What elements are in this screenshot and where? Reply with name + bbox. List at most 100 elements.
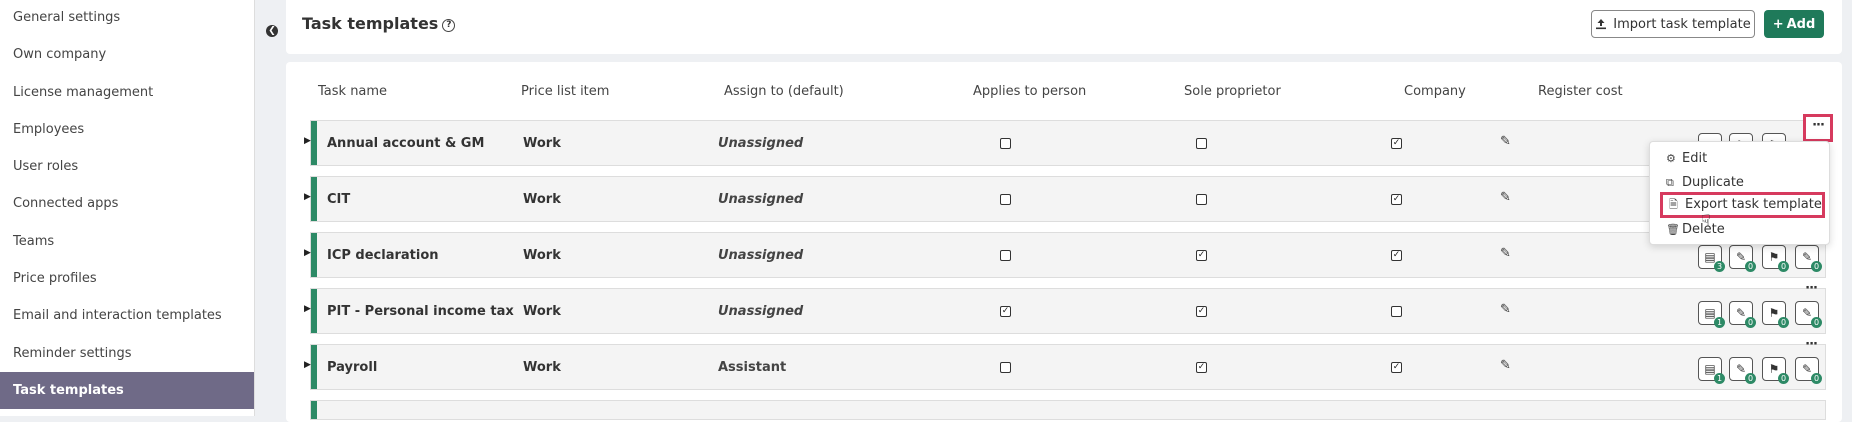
table-row[interactable]: ▶ Annual account & GM Work Unassigned ✓ … [304, 120, 1826, 166]
company-checkbox[interactable] [1391, 306, 1402, 317]
expand-caret-icon[interactable]: ▶ [304, 192, 311, 202]
pencil-icon[interactable]: ✎ [1500, 190, 1511, 205]
task-name: Payroll [327, 360, 378, 375]
applies-to-person-checkbox[interactable] [1000, 138, 1011, 149]
menu-item-export-label: Export task template [1685, 197, 1822, 212]
company-checkbox[interactable]: ✓ [1391, 250, 1402, 261]
sidebar-item-own-company[interactable]: Own company [0, 36, 254, 73]
sidebar-item-task-templates[interactable]: Task templates [0, 371, 254, 410]
expand-caret-icon[interactable]: ▶ [304, 360, 311, 370]
expand-caret-icon[interactable]: ▶ [304, 304, 311, 314]
col-assign-to[interactable]: Assign to (default) [724, 84, 844, 99]
task-name: ICP declaration [327, 248, 439, 263]
collapse-sidebar-icon[interactable]: ❮ [266, 25, 278, 37]
assign-to: Unassigned [718, 248, 804, 263]
applies-to-person-checkbox[interactable] [1000, 250, 1011, 261]
expand-caret-icon[interactable]: ▶ [304, 136, 311, 146]
badge: 0 [1778, 373, 1789, 384]
sole-proprietor-checkbox[interactable]: ✓ [1196, 250, 1207, 261]
col-applies-to-person[interactable]: Applies to person [973, 84, 1086, 99]
menu-item-edit-label: Edit [1682, 151, 1708, 166]
col-task-name[interactable]: Task name [318, 84, 387, 99]
table-row[interactable]: ▶ CIT Work Unassigned ✓ ✎ [304, 176, 1826, 222]
sidebar-item-license-management[interactable]: License management [0, 74, 254, 111]
calendar-action-icon[interactable]: ▤ 3 [1698, 245, 1725, 272]
menu-item-delete[interactable]: 🗑 Delete [1666, 222, 1725, 237]
price-list-item: Work [523, 136, 561, 151]
assign-to: Unassigned [718, 192, 804, 207]
col-register-cost[interactable]: Register cost [1538, 84, 1623, 99]
badge: 0 [1778, 317, 1789, 328]
pencil-icon[interactable]: ✎ [1500, 134, 1511, 149]
col-company[interactable]: Company [1404, 84, 1466, 99]
pencil-icon[interactable]: ✎ [1500, 302, 1511, 317]
price-list-item: Work [523, 304, 561, 319]
row-accent [311, 177, 317, 221]
sole-proprietor-checkbox[interactable] [1196, 194, 1207, 205]
applies-to-person-checkbox[interactable]: ✓ [1000, 306, 1011, 317]
sidebar-item-connected-apps[interactable]: Connected apps [0, 185, 254, 222]
calendar-action-icon[interactable]: ▤ 1 [1698, 357, 1725, 384]
badge: 3 [1714, 261, 1725, 272]
page-title: Task templates? [302, 14, 456, 33]
table-row[interactable]: ▶ Payroll Work Assistant ✓ ✓ ✎ ··· ▤ 1 ✎ 0… [304, 337, 1826, 390]
more-options-button-active[interactable]: ··· [1803, 114, 1833, 142]
plus-icon: + [1772, 16, 1784, 32]
sidebar-item-teams[interactable]: Teams [0, 223, 254, 260]
sidebar-item-reminder-settings[interactable]: Reminder settings [0, 335, 254, 372]
row-accent [311, 401, 317, 419]
badge: 1 [1714, 317, 1725, 328]
sole-proprietor-checkbox[interactable] [1196, 138, 1207, 149]
task-name: CIT [327, 192, 351, 207]
task-name: Annual account & GM [327, 136, 485, 151]
edit-action-icon[interactable]: ✎ 0 [1729, 245, 1756, 272]
table-row[interactable]: ▶ ICP declaration Work Unassigned ✓ ✓ ✎ … [304, 232, 1826, 278]
cost-action-icon[interactable]: ✎ 0 [1795, 357, 1822, 384]
sidebar-item-general-settings[interactable]: General settings [0, 0, 254, 36]
tag-action-icon[interactable]: ⚑ 0 [1762, 301, 1789, 328]
row-accent [311, 121, 317, 165]
more-options-button[interactable]: ··· [1805, 337, 1818, 352]
row-accent [311, 345, 317, 389]
tag-action-icon[interactable]: ⚑ 0 [1762, 245, 1789, 272]
sidebar-item-price-profiles[interactable]: Price profiles [0, 260, 254, 297]
col-price-list-item[interactable]: Price list item [521, 84, 609, 99]
import-task-template-button[interactable]: Import task template [1591, 10, 1755, 38]
applies-to-person-checkbox[interactable] [1000, 194, 1011, 205]
help-icon[interactable]: ? [442, 19, 456, 32]
company-checkbox[interactable]: ✓ [1391, 138, 1402, 149]
sidebar-item-employees[interactable]: Employees [0, 111, 254, 148]
more-options-button[interactable]: ··· [1805, 281, 1818, 296]
table-row[interactable]: ▶ PIT - Personal income tax Work Unassig… [304, 281, 1826, 334]
sole-proprietor-checkbox[interactable]: ✓ [1196, 362, 1207, 373]
menu-item-duplicate[interactable]: ⧉ Duplicate [1666, 175, 1744, 190]
company-checkbox[interactable]: ✓ [1391, 362, 1402, 373]
company-checkbox[interactable]: ✓ [1391, 194, 1402, 205]
sole-proprietor-checkbox[interactable]: ✓ [1196, 306, 1207, 317]
trash-icon: 🗑 [1666, 223, 1680, 236]
col-sole-proprietor[interactable]: Sole proprietor [1184, 84, 1281, 99]
badge: 0 [1778, 261, 1789, 272]
pencil-icon[interactable]: ✎ [1500, 246, 1511, 261]
badge: 0 [1811, 373, 1822, 384]
sidebar-item-email-templates[interactable]: Email and interaction templates [0, 297, 254, 334]
cost-action-icon[interactable]: ✎ 0 [1795, 301, 1822, 328]
pencil-icon[interactable]: ✎ [1500, 358, 1511, 373]
edit-action-icon[interactable]: ✎ 0 [1729, 357, 1756, 384]
row-accent [311, 289, 317, 333]
menu-item-export-task-template[interactable]: 🗎 Export task template [1660, 192, 1825, 218]
add-label: Add [1786, 16, 1816, 32]
calendar-action-icon[interactable]: ▤ 1 [1698, 301, 1725, 328]
applies-to-person-checkbox[interactable] [1000, 362, 1011, 373]
menu-item-duplicate-label: Duplicate [1682, 175, 1744, 190]
table-row[interactable] [310, 400, 1826, 420]
edit-action-icon[interactable]: ✎ 0 [1729, 301, 1756, 328]
row-accent [311, 233, 317, 277]
sidebar-item-user-roles[interactable]: User roles [0, 148, 254, 185]
add-button[interactable]: + Add [1764, 10, 1824, 38]
badge: 0 [1745, 317, 1756, 328]
menu-item-edit[interactable]: ⚙ Edit [1666, 151, 1707, 166]
tag-action-icon[interactable]: ⚑ 0 [1762, 357, 1789, 384]
cost-action-icon[interactable]: ✎ 0 [1795, 245, 1822, 272]
expand-caret-icon[interactable]: ▶ [304, 248, 311, 258]
